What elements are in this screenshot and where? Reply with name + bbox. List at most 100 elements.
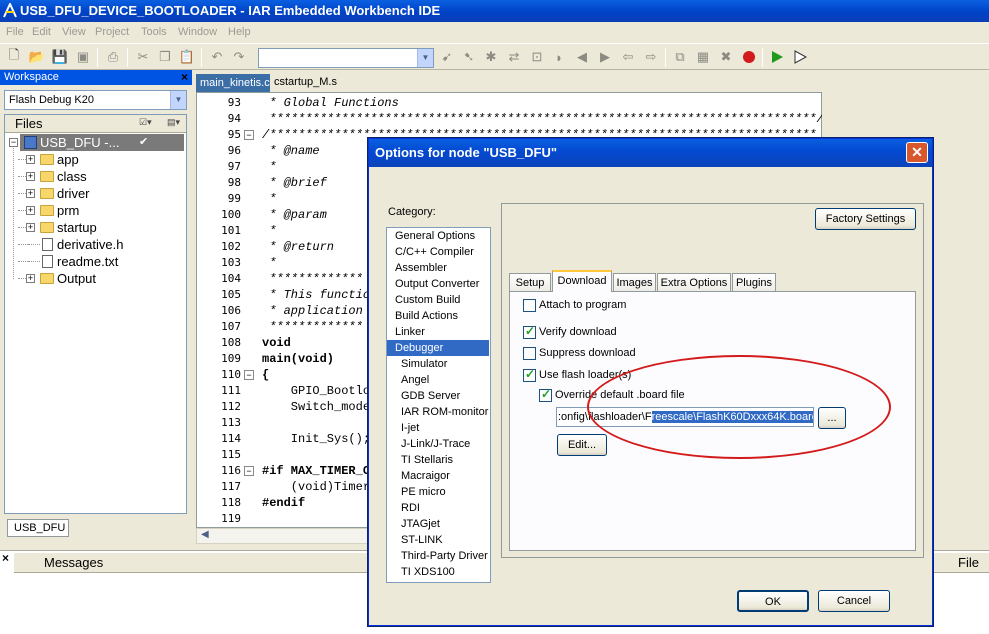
category-item[interactable]: Assembler: [387, 260, 489, 276]
category-item[interactable]: Linker: [387, 324, 489, 340]
tab-cstartup[interactable]: cstartup_M.s: [274, 76, 337, 88]
debug-without-download-icon[interactable]: [791, 48, 809, 66]
tree-item[interactable]: readme.txt: [5, 253, 186, 270]
save-icon[interactable]: 💾: [51, 48, 69, 66]
bookmark-icon[interactable]: ◗: [550, 48, 568, 66]
scroll-left-icon[interactable]: ◀: [201, 529, 209, 540]
category-item[interactable]: Output Converter: [387, 276, 489, 292]
category-item[interactable]: TI Stellaris: [387, 452, 489, 468]
new-file-icon[interactable]: 🗋: [5, 47, 23, 66]
expand-icon[interactable]: +: [26, 189, 35, 198]
find-next-icon[interactable]: ➹: [438, 48, 456, 66]
collapse-icon[interactable]: −: [9, 138, 18, 147]
options-column-icon[interactable]: ▤▾: [167, 117, 180, 128]
download-debug-icon[interactable]: [768, 48, 786, 66]
fold-icon[interactable]: −: [244, 130, 254, 140]
find-combo[interactable]: ▼: [258, 48, 434, 68]
goto-icon[interactable]: ⊡: [528, 48, 546, 66]
category-item[interactable]: C/C++ Compiler: [387, 244, 489, 260]
open-folder-icon[interactable]: 📂: [28, 48, 46, 66]
expand-icon[interactable]: +: [26, 223, 35, 232]
category-item[interactable]: Debugger: [387, 340, 489, 356]
menu-file[interactable]: File: [6, 26, 24, 38]
chevron-down-icon[interactable]: ▼: [417, 49, 433, 67]
tree-item[interactable]: + class: [5, 168, 186, 185]
tree-item[interactable]: + prm: [5, 202, 186, 219]
paste-icon[interactable]: 📋: [178, 48, 196, 66]
menu-project[interactable]: Project: [95, 26, 129, 38]
category-item[interactable]: Simulator: [387, 356, 489, 372]
category-item[interactable]: Third-Party Driver: [387, 548, 489, 564]
redo-icon[interactable]: ↷: [230, 48, 248, 66]
tree-row-project[interactable]: − USB_DFU -... ✔: [5, 134, 186, 151]
override-board-checkbox[interactable]: [539, 387, 552, 402]
category-item[interactable]: RDI: [387, 500, 489, 516]
configuration-select[interactable]: Flash Debug K20 ▼: [4, 90, 187, 110]
category-item[interactable]: GDB Server: [387, 388, 489, 404]
attach-checkbox[interactable]: [523, 299, 536, 312]
tree-item[interactable]: + app: [5, 151, 186, 168]
category-item[interactable]: PE micro: [387, 484, 489, 500]
cancel-button[interactable]: Cancel: [818, 590, 890, 612]
suppress-checkbox[interactable]: [523, 347, 536, 360]
category-item[interactable]: Custom Build: [387, 292, 489, 308]
tree-item[interactable]: + driver: [5, 185, 186, 202]
tab-images[interactable]: Images: [613, 273, 656, 292]
prev-bookmark-icon[interactable]: ◀: [573, 48, 591, 66]
verify-checkbox[interactable]: [523, 324, 536, 339]
menu-window[interactable]: Window: [178, 26, 217, 38]
flash-loader-checkbox[interactable]: [523, 367, 536, 382]
category-item[interactable]: I-jet: [387, 420, 489, 436]
chevron-down-icon[interactable]: ▼: [170, 91, 186, 109]
fold-icon[interactable]: −: [244, 466, 254, 476]
workspace-tab-usb-dfu[interactable]: USB_DFU: [7, 519, 69, 537]
ok-button[interactable]: OK: [737, 590, 809, 612]
expand-icon[interactable]: +: [26, 274, 35, 283]
category-item[interactable]: IAR ROM-monitor: [387, 404, 489, 420]
category-item[interactable]: Angel: [387, 372, 489, 388]
tree-item[interactable]: + startup: [5, 219, 186, 236]
menu-help[interactable]: Help: [228, 26, 251, 38]
tab-plugins[interactable]: Plugins: [732, 273, 776, 292]
tree-item[interactable]: + Output: [5, 270, 186, 287]
copy-icon[interactable]: ❐: [156, 48, 174, 66]
factory-settings-button[interactable]: Factory Settings: [815, 208, 916, 230]
compile-icon[interactable]: ⧉: [671, 48, 689, 66]
close-icon[interactable]: ✕: [906, 142, 928, 163]
category-item[interactable]: TI XDS100: [387, 564, 489, 580]
category-item[interactable]: JTAGjet: [387, 516, 489, 532]
category-item[interactable]: J-Link/J-Trace: [387, 436, 489, 452]
navigate-back-icon[interactable]: ⇦: [619, 48, 637, 66]
expand-icon[interactable]: +: [26, 172, 35, 181]
category-item[interactable]: Build Actions: [387, 308, 489, 324]
undo-icon[interactable]: ↶: [208, 48, 226, 66]
breakpoint-icon[interactable]: [740, 48, 758, 66]
tab-setup[interactable]: Setup: [509, 273, 551, 292]
find-prev-icon[interactable]: ➷: [460, 48, 478, 66]
replace-icon[interactable]: ⇄: [505, 48, 523, 66]
expand-icon[interactable]: +: [26, 206, 35, 215]
tree-item[interactable]: derivative.h: [5, 236, 186, 253]
close-icon[interactable]: ×: [181, 70, 188, 85]
tab-main-kinetis[interactable]: main_kinetis.c: [196, 74, 270, 92]
print-icon[interactable]: ⎙: [104, 48, 122, 66]
category-item[interactable]: General Options: [387, 228, 489, 244]
menu-view[interactable]: View: [62, 26, 86, 38]
close-icon[interactable]: ×: [2, 551, 9, 565]
next-bookmark-icon[interactable]: ▶: [596, 48, 614, 66]
checkbox-column-icon[interactable]: ☑▾: [139, 117, 152, 128]
make-icon[interactable]: ▦: [694, 48, 712, 66]
fold-icon[interactable]: −: [244, 370, 254, 380]
find-in-files-icon[interactable]: ✱: [482, 48, 500, 66]
save-all-icon[interactable]: ▣: [74, 48, 92, 66]
stop-build-icon[interactable]: ✖: [717, 48, 735, 66]
category-item[interactable]: ST-LINK: [387, 532, 489, 548]
edit-button[interactable]: Edit...: [557, 434, 607, 456]
category-item[interactable]: Macraigor: [387, 468, 489, 484]
menu-edit[interactable]: Edit: [32, 26, 51, 38]
tab-download[interactable]: Download: [552, 270, 612, 292]
menu-tools[interactable]: Tools: [141, 26, 167, 38]
expand-icon[interactable]: +: [26, 155, 35, 164]
cut-icon[interactable]: ✂: [134, 48, 152, 66]
tab-extra-options[interactable]: Extra Options: [657, 273, 731, 292]
